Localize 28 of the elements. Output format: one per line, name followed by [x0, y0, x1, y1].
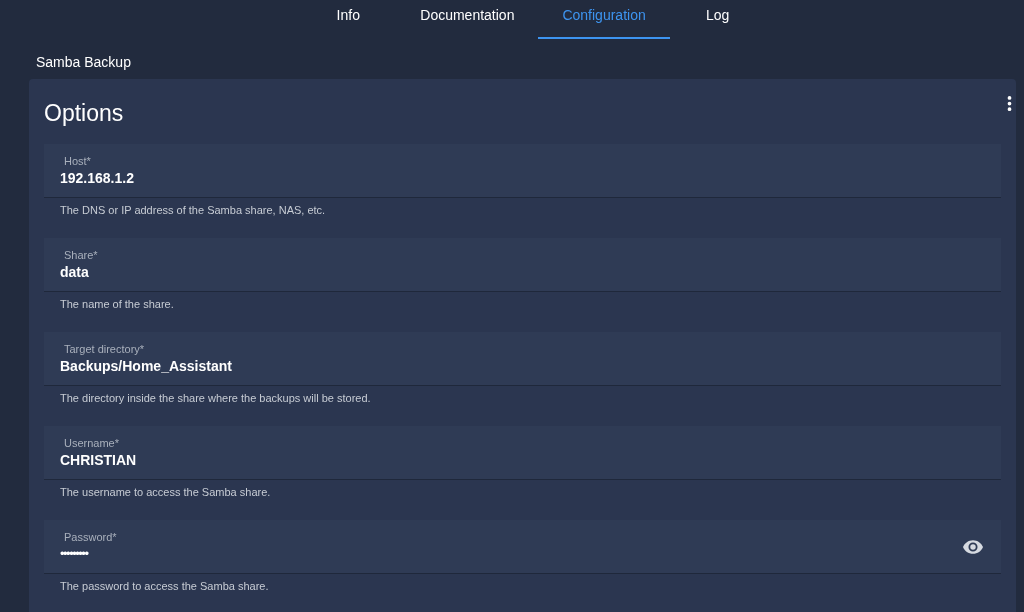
- input-field[interactable]: Share* data: [44, 238, 1001, 292]
- field-label: Username*: [63, 436, 120, 450]
- input-field[interactable]: Target directory* Backups/Home_Assistant: [44, 332, 1001, 386]
- card-title: Options: [44, 99, 124, 127]
- field-label: Target directory*: [63, 342, 145, 356]
- more-options-icon[interactable]: [1007, 96, 1012, 111]
- field-value: •••••••••: [60, 545, 88, 563]
- tab[interactable]: Configuration: [538, 0, 670, 39]
- field-label: Host*: [63, 154, 91, 168]
- field-label: Password*: [63, 530, 117, 544]
- addon-title: Samba Backup: [36, 54, 131, 70]
- tab[interactable]: Documentation: [396, 0, 539, 39]
- input-field[interactable]: Password* •••••••••: [44, 520, 1001, 574]
- helper-text: The password to access the Samba share.: [59, 579, 269, 593]
- tab[interactable]: Info: [300, 0, 397, 39]
- field-label: Share*: [63, 248, 98, 262]
- helper-text: The username to access the Samba share.: [59, 485, 271, 499]
- eye-icon[interactable]: [963, 539, 983, 554]
- tab[interactable]: Log: [669, 0, 766, 39]
- input-field[interactable]: Host* 192.168.1.2: [44, 144, 1001, 198]
- field-value: data: [60, 263, 89, 282]
- field-value: CHRISTIAN: [60, 451, 137, 470]
- helper-text: The name of the share.: [59, 297, 174, 311]
- input-field[interactable]: Username* CHRISTIAN: [44, 426, 1001, 480]
- field-value: Backups/Home_Assistant: [60, 357, 232, 376]
- field-value: 192.168.1.2: [60, 169, 134, 188]
- helper-text: The directory inside the share where the backups will be stored.: [59, 391, 371, 405]
- helper-text: The DNS or IP address of the Samba share, NAS, etc.: [59, 203, 326, 217]
